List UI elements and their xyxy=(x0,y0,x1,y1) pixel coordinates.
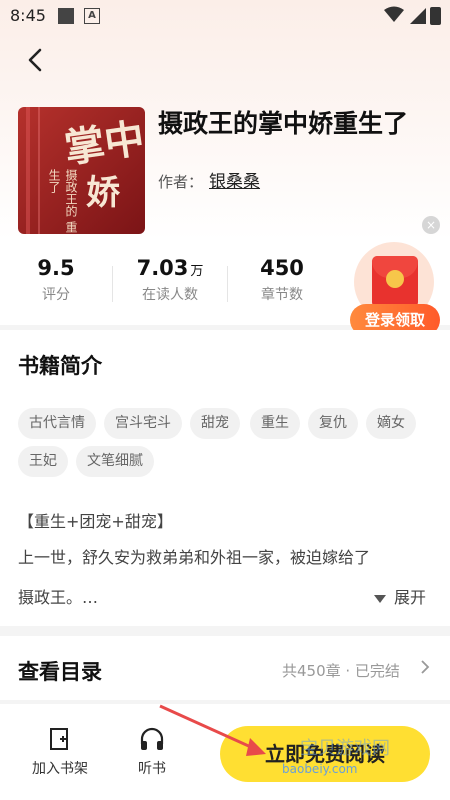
annotation-arrow xyxy=(159,704,266,756)
